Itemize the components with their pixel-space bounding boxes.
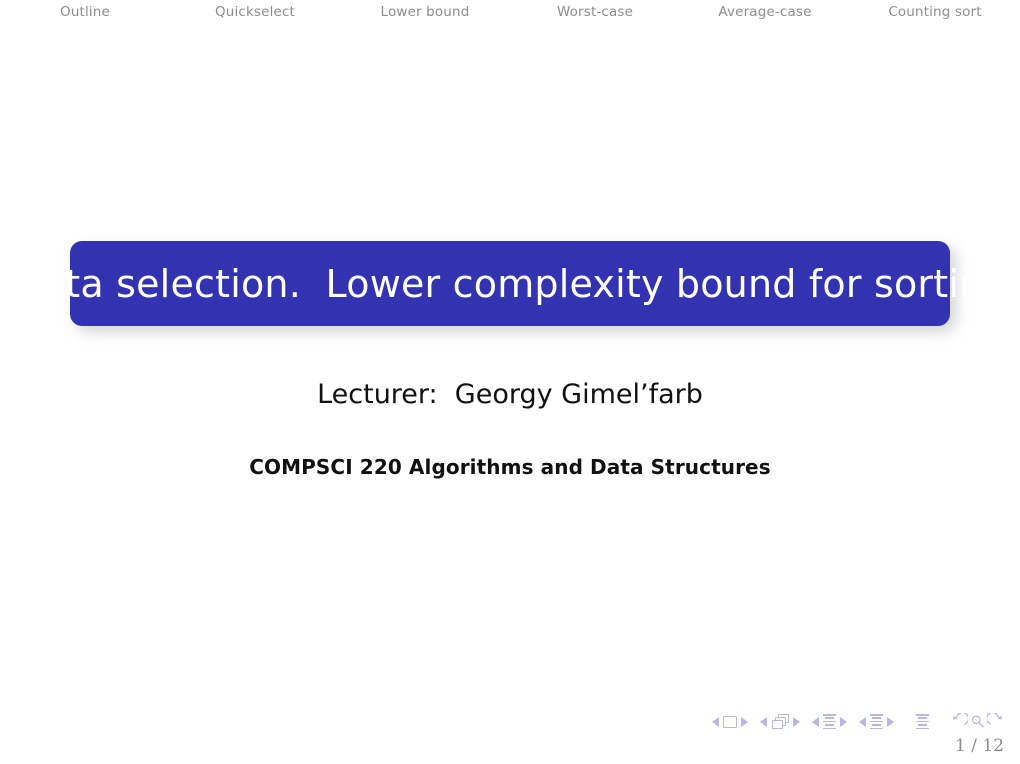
- beamer-navigation-symbols: [712, 711, 1004, 730]
- history-navigation-group: [951, 711, 1004, 730]
- go-back-icon[interactable]: [951, 711, 970, 730]
- title-block: Data selection. Lower complexity bound f…: [12, 241, 1008, 326]
- document-navigation-group: [916, 714, 929, 730]
- nav-item-quickselect[interactable]: Quickselect: [170, 6, 340, 20]
- frame-navigation-group: [760, 714, 800, 729]
- institute-line: COMPSCI 220 Algorithms and Data Structur…: [249, 455, 771, 479]
- go-forward-icon[interactable]: [985, 711, 1004, 730]
- frame-icon[interactable]: [771, 714, 789, 729]
- slide-icon[interactable]: [723, 715, 737, 728]
- subsection-icon[interactable]: [823, 714, 836, 730]
- nav-item-average-case[interactable]: Average-case: [680, 6, 850, 20]
- slide-navigation-group: [712, 715, 748, 728]
- next-section-icon[interactable]: [887, 716, 894, 727]
- subsection-navigation-group: [812, 714, 847, 730]
- previous-section-icon[interactable]: [859, 716, 866, 727]
- page-number: 1 / 12: [955, 736, 1004, 756]
- slide-canvas: Outline Quickselect Lower bound Worst-ca…: [0, 0, 1020, 764]
- title-block-container: Data selection. Lower complexity bound f…: [12, 241, 1008, 332]
- previous-slide-icon[interactable]: [712, 716, 719, 727]
- author-line: Lecturer: Georgy Gimel’farb: [317, 379, 703, 410]
- next-frame-icon[interactable]: [793, 716, 800, 727]
- page-title: Data selection. Lower complexity bound f…: [12, 261, 1008, 306]
- previous-subsection-icon[interactable]: [812, 716, 819, 727]
- nav-item-counting-sort[interactable]: Counting sort: [850, 6, 1020, 20]
- section-icon[interactable]: [870, 714, 883, 730]
- nav-item-lower-bound[interactable]: Lower bound: [340, 6, 510, 20]
- nav-item-outline[interactable]: Outline: [0, 6, 170, 20]
- next-slide-icon[interactable]: [741, 716, 748, 727]
- document-icon[interactable]: [916, 714, 929, 730]
- section-navigation-group: [859, 714, 894, 730]
- previous-frame-icon[interactable]: [760, 716, 767, 727]
- search-icon[interactable]: [969, 713, 986, 730]
- nav-item-worst-case[interactable]: Worst-case: [510, 6, 680, 20]
- next-subsection-icon[interactable]: [840, 716, 847, 727]
- section-navigation-bar: Outline Quickselect Lower bound Worst-ca…: [0, 0, 1020, 26]
